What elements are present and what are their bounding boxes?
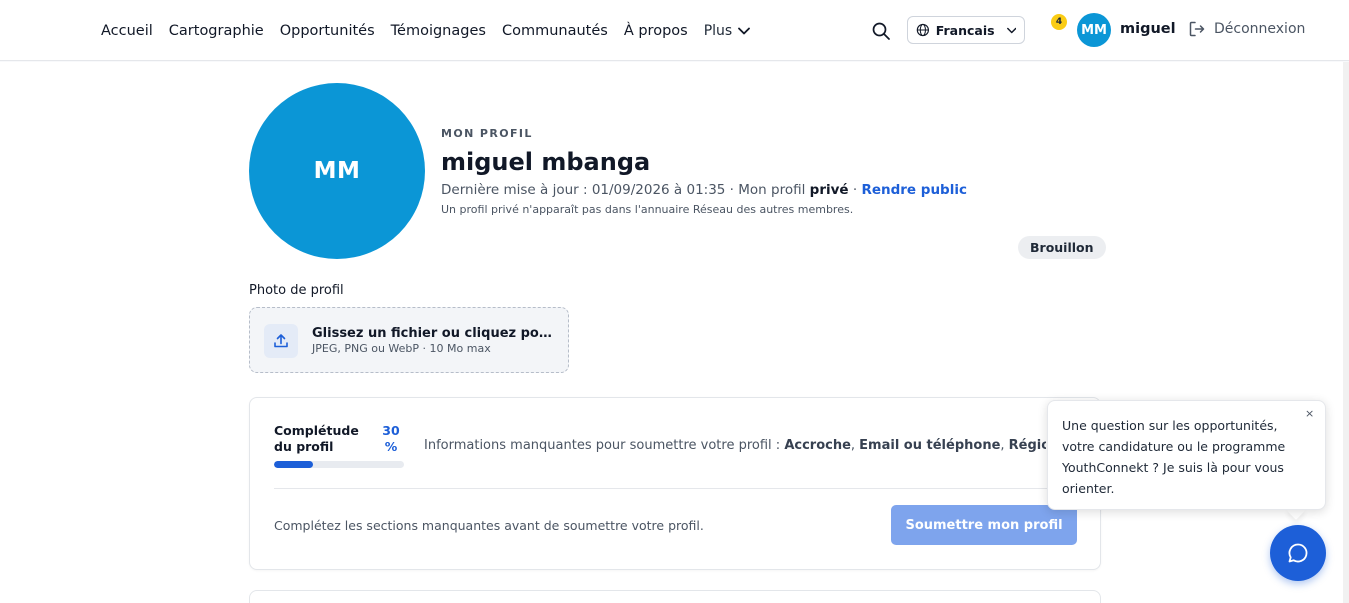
language-label: Francais [935,22,995,38]
chat-tooltip: Une question sur les opportunités, votre… [1047,400,1326,510]
dropzone-title: Glissez un fichier ou cliquez pour … [312,326,557,341]
main-nav: Accueil Cartographie Opportunités Témoig… [101,0,751,61]
profile-avatar[interactable]: MM [249,83,425,259]
missing-item: Région [1008,438,1046,453]
profile-meta: Dernière mise à jour : 01/09/2026 à 01:3… [441,182,967,198]
photo-label: Photo de profil [249,283,344,298]
nav-item-temoignages[interactable]: Témoignages [391,23,486,39]
missing-prefix: Informations manquantes pour soumettre v… [424,438,785,453]
completion-progress-bar [274,461,404,468]
meta-separator: · [848,182,862,198]
language-select[interactable]: Francais [907,16,1025,44]
nav-item-a-propos[interactable]: À propos [624,23,688,39]
dropzone-subtitle: JPEG, PNG ou WebP · 10 Mo max [312,342,491,355]
missing-item: Email ou téléphone [859,438,1001,453]
nav-item-opportunites[interactable]: Opportunités [280,23,375,39]
nav-item-communautes[interactable]: Communautés [502,23,608,39]
chevron-down-icon [738,27,751,34]
chevron-down-icon [1006,27,1016,33]
next-section-card [249,590,1101,603]
submit-profile-button[interactable]: Soumettre mon profil [891,505,1077,545]
close-icon[interactable]: × [1305,407,1314,420]
nav-item-cartographie[interactable]: Cartographie [169,23,264,39]
submit-hint: Complétez les sections manquantes avant … [274,518,704,533]
search-icon[interactable] [871,21,891,41]
logout-button[interactable]: Déconnexion [1188,20,1305,38]
updated-text: Dernière mise à jour : 01/09/2026 à 01:3… [441,182,810,198]
nav-more-label: Plus [703,22,733,39]
completion-label: Complétude du profil [274,423,359,454]
page-title: miguel mbanga [441,148,651,176]
nav-item-accueil[interactable]: Accueil [101,23,153,39]
completion-percent-value: 30 [382,423,400,438]
completion-percent: 30% [380,423,402,455]
logout-icon [1189,21,1205,37]
make-public-link[interactable]: Rendre public [861,182,967,198]
privacy-hint: Un profil privé n'apparaît pas dans l'an… [441,203,854,216]
profile-eyebrow: MON PROFIL [441,127,533,140]
logout-label: Déconnexion [1214,21,1306,37]
completion-progress-fill [274,461,313,468]
missing-info: Informations manquantes pour soumettre v… [424,438,1046,453]
visibility-status: privé [809,182,849,198]
status-badge: Brouillon [1018,236,1106,259]
chat-button[interactable] [1270,525,1326,581]
nav-more-menu[interactable]: Plus [704,23,751,39]
avatar[interactable]: MM [1077,13,1111,47]
page-scrollbar[interactable] [1343,62,1349,603]
divider [274,488,1078,489]
notification-badge[interactable]: 4 [1051,14,1067,30]
username-label[interactable]: miguel [1120,21,1176,37]
top-navbar: Accueil Cartographie Opportunités Témoig… [0,0,1349,61]
missing-item: Accroche [784,438,851,453]
chat-tooltip-text: Une question sur les opportunités, votre… [1062,418,1286,496]
completion-card: Complétude du profil 30% Informations ma… [249,397,1101,570]
upload-icon [264,324,298,358]
chat-icon [1288,543,1308,563]
photo-dropzone[interactable]: Glissez un fichier ou cliquez pour … JPE… [249,307,569,373]
globe-icon [916,23,930,37]
completion-percent-sign: % [384,439,398,454]
